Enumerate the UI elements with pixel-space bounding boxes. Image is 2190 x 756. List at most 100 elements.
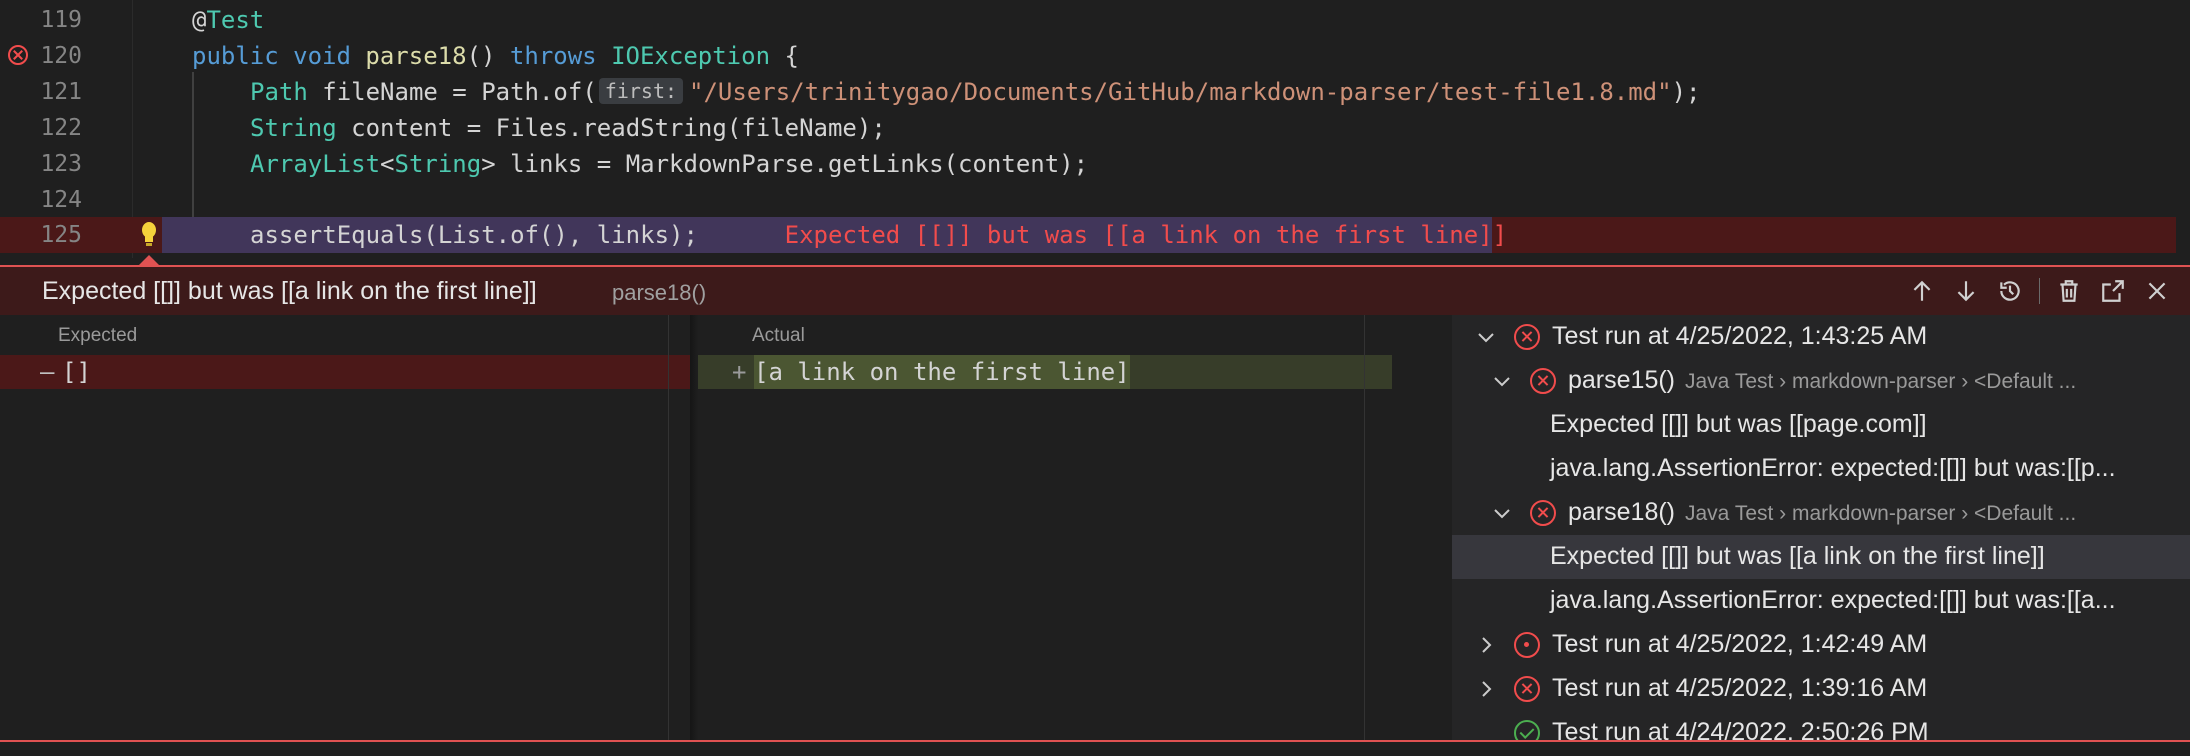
- test-run-item[interactable]: Test run at 4/25/2022, 1:42:49 AM: [1452, 623, 2190, 667]
- chevron-right-icon[interactable]: [1476, 635, 1496, 655]
- arrow-down-icon[interactable]: [1951, 276, 1981, 306]
- test-case-label: parse18() Java Test › markdown-parser › <…: [1568, 498, 2076, 527]
- chevron-down-icon[interactable]: [1476, 327, 1496, 347]
- code-line-121[interactable]: 121 Path fileName = Path.of(first: "/User…: [0, 74, 2190, 110]
- toolbar-separator: [2039, 278, 2040, 304]
- diff-sash[interactable]: [690, 315, 698, 740]
- code-token: );: [1671, 78, 1701, 106]
- test-run-label: Test run at 4/24/2022, 2:50:26 PM: [1552, 718, 1929, 740]
- actual-line[interactable]: + [a link on the first line]: [698, 355, 1392, 389]
- diff-column-divider: [668, 315, 669, 740]
- code-text[interactable]: public void parse18() throws IOException…: [192, 38, 799, 74]
- expected-line[interactable]: — []: [0, 355, 690, 389]
- test-peek-header: Expected [[]] but was [[a link on the fi…: [0, 267, 2190, 315]
- test-case-label: parse15() Java Test › markdown-parser › <…: [1568, 366, 2076, 395]
- peek-actions: [1907, 273, 2172, 309]
- trash-icon[interactable]: [2054, 276, 2084, 306]
- editor-scrollbar[interactable]: [2176, 0, 2190, 258]
- test-failed-icon[interactable]: [8, 45, 28, 65]
- annotation-at: @: [192, 6, 207, 34]
- peek-pointer: [139, 255, 159, 265]
- test-message-item[interactable]: Expected [[]] but was [[a link on the fi…: [1452, 535, 2190, 579]
- test-description: Java Test › markdown-parser › <Default .…: [1685, 502, 2077, 525]
- code-token: <: [380, 150, 395, 178]
- failed-icon: [1530, 368, 1556, 394]
- type-name: String: [250, 114, 337, 142]
- test-case-item[interactable]: parse18() Java Test › markdown-parser › <…: [1452, 491, 2190, 535]
- test-case-item[interactable]: parse15() Java Test › markdown-parser › <…: [1452, 359, 2190, 403]
- chevron-down-icon[interactable]: [1492, 503, 1512, 523]
- code-token: content = Files.readString(fileName);: [336, 114, 886, 142]
- test-message: Expected [[]] but was [[page.com]]: [1550, 410, 1927, 438]
- test-run-item[interactable]: Test run at 4/25/2022, 1:39:16 AM: [1452, 667, 2190, 711]
- code-text[interactable]: assertEquals(List.of(), links); Expected…: [250, 217, 1507, 253]
- line-number: 125: [40, 222, 82, 248]
- peek-title: Expected [[]] but was [[a link on the fi…: [42, 277, 537, 305]
- chevron-right-icon[interactable]: [1476, 679, 1496, 699]
- line-number: 121: [40, 79, 82, 105]
- line-number: 119: [40, 7, 82, 33]
- code-token: fileName = Path.of(: [307, 78, 597, 106]
- test-run-label: Test run at 4/25/2022, 1:39:16 AM: [1552, 674, 1928, 702]
- test-message: java.lang.AssertionError: expected:[[]] …: [1550, 454, 2116, 482]
- line-number: 124: [40, 187, 82, 213]
- test-message-item[interactable]: java.lang.AssertionError: expected:[[]] …: [1452, 447, 2190, 491]
- method-name: parse18: [365, 42, 467, 70]
- history-icon[interactable]: [1995, 276, 2025, 306]
- code-line-125[interactable]: 125 assertEquals(List.of(), links); Expe…: [0, 217, 2190, 253]
- lightbulb-icon[interactable]: [141, 221, 157, 249]
- diff-view[interactable]: Expected Actual — [] + [a link on the fi…: [0, 315, 1452, 740]
- code-text[interactable]: Path fileName = Path.of(first: "/Users/tr…: [250, 74, 1700, 110]
- keyword: throws: [509, 42, 597, 70]
- test-run-label: Test run at 4/25/2022, 1:43:25 AM: [1552, 322, 1928, 350]
- code-text[interactable]: ArrayList<String> links = MarkdownParse.…: [250, 146, 1088, 182]
- parameter-hint: first:: [598, 78, 684, 104]
- arrow-up-icon[interactable]: [1907, 276, 1937, 306]
- keyword: public: [192, 42, 279, 70]
- code-token: (): [466, 42, 510, 70]
- test-run-item[interactable]: Test run at 4/25/2022, 1:43:25 AM: [1452, 315, 2190, 359]
- test-name: parse15(): [1568, 366, 1675, 394]
- type-name: IOException: [611, 42, 771, 70]
- test-message-item[interactable]: Expected [[]] but was [[page.com]]: [1452, 403, 2190, 447]
- passed-icon: [1514, 720, 1540, 740]
- code-line-120[interactable]: 120 public void parse18() throws IOExcep…: [0, 38, 2190, 74]
- test-run-label: Test run at 4/25/2022, 1:42:49 AM: [1552, 630, 1928, 658]
- test-run-item[interactable]: Test run at 4/24/2022, 2:50:26 PM: [1452, 711, 2190, 740]
- removed-marker: —: [40, 358, 55, 386]
- inline-error-message: Expected [[]] but was [[a link on the fi…: [784, 221, 1508, 249]
- test-results-tree[interactable]: Test run at 4/25/2022, 1:43:25 AM parse1…: [1452, 315, 2190, 740]
- open-external-icon[interactable]: [2098, 276, 2128, 306]
- expected-value: []: [62, 358, 91, 386]
- actual-label: Actual: [752, 325, 805, 346]
- test-description: Java Test › markdown-parser › <Default .…: [1685, 370, 2077, 393]
- code-line-122[interactable]: 122 String content = Files.readString(fi…: [0, 110, 2190, 146]
- test-message: java.lang.AssertionError: expected:[[]] …: [1550, 586, 2116, 614]
- code-editor[interactable]: 119 @Test 120 public void parse18() thro…: [0, 0, 2190, 258]
- chevron-down-icon[interactable]: [1492, 371, 1512, 391]
- line-number: 122: [40, 115, 82, 141]
- test-message: Expected [[]] but was [[a link on the fi…: [1550, 542, 2045, 570]
- added-marker: +: [732, 358, 747, 386]
- code-text[interactable]: @Test: [192, 2, 264, 38]
- type-name: ArrayList: [250, 150, 381, 178]
- keyword: void: [293, 42, 351, 70]
- code-text[interactable]: String content = Files.readString(fileNa…: [250, 110, 886, 146]
- diff-minimap-divider: [1364, 315, 1365, 740]
- peek-subtitle[interactable]: parse18(): [612, 280, 706, 306]
- code-line-119[interactable]: 119 @Test: [0, 2, 2190, 38]
- type-name: Path: [250, 78, 308, 106]
- string-literal: "/Users/trinitygao/Documents/GitHub/mark…: [689, 78, 1672, 106]
- code-token: assertEquals(List.of(), links);: [250, 221, 698, 249]
- test-message-item[interactable]: java.lang.AssertionError: expected:[[]] …: [1452, 579, 2190, 623]
- errored-icon: [1514, 632, 1540, 658]
- actual-value: [a link on the first line]: [754, 355, 1130, 389]
- test-name: parse18(): [1568, 498, 1675, 526]
- close-icon[interactable]: [2142, 276, 2172, 306]
- code-line-124[interactable]: 124: [0, 182, 2190, 218]
- code-token: {: [770, 42, 799, 70]
- code-line-123[interactable]: 123 ArrayList<String> links = MarkdownPa…: [0, 146, 2190, 182]
- annotation-name: Test: [206, 6, 265, 34]
- expected-label: Expected: [58, 325, 138, 346]
- failed-icon: [1514, 324, 1540, 350]
